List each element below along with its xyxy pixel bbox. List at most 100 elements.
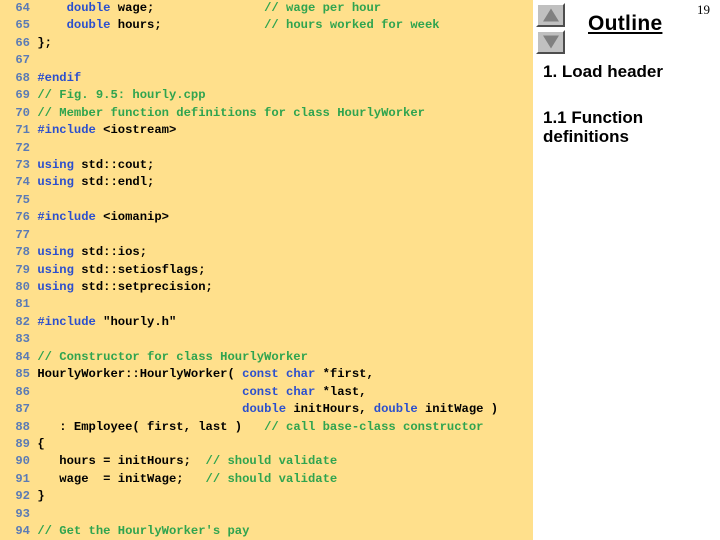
nav-next-button[interactable] [536,30,565,54]
triangle-up-icon [542,8,559,22]
code-token: wage; [110,1,155,15]
code-token: std::setiosflags; [73,262,206,277]
code-line: 81 [0,296,533,313]
code-token: hours = initHours; [37,454,206,469]
code-line: 68 #endif [0,70,533,87]
line-number: 91 [15,471,30,486]
code-line: 88 : Employee( first, last ) // call bas… [0,419,533,436]
code-text: #include <iostream> [30,123,176,137]
code-line: 83 [0,331,533,348]
code-line: 65 double hours; // hours worked for wee… [0,17,533,34]
code-token: HourlyWorker::HourlyWorker( [37,367,243,382]
line-number: 73 [15,157,30,172]
code-text: { [30,436,45,451]
code-token: initWage ) [417,402,499,417]
code-token: using [37,157,74,172]
code-token: const char [242,384,316,399]
code-line: 66 }; [0,35,533,52]
code-text: using std::ios; [30,245,147,259]
line-number: 80 [15,280,30,294]
line-number: 81 [15,297,30,312]
code-text: : Employee( first, last ) // call base-c… [30,420,483,434]
code-text: // Member function definitions for class… [30,106,425,120]
code-token: std::cout; [73,157,155,172]
code-token: hours; [110,18,162,33]
code-line: 67 [0,52,533,69]
page-number: 19 [697,2,710,17]
code-text: #endif [30,71,81,85]
code-token: double [373,402,418,417]
code-line: 77 [0,227,533,244]
code-token: using [37,245,74,260]
outline-panel: 19 Outline 1. Load header 1.1 Function d… [533,0,720,540]
slide-canvas: 64 double wage; // wage per hour 65 doubl… [0,0,720,540]
code-token: // should validate [205,471,338,486]
code-text: #include "hourly.h" [30,315,176,329]
code-line: 87 double initHours, double initWage ) [0,401,533,418]
line-number: 86 [15,384,30,399]
code-line: 64 double wage; // wage per hour [0,0,533,17]
code-token: double [242,402,287,417]
code-token: <iostream> [95,123,177,138]
code-line: 80 using std::setprecision; [0,279,533,296]
code-token: using [37,280,74,294]
code-token: const char [242,367,316,382]
code-lines-container: 64 double wage; // wage per hour 65 doubl… [0,0,533,540]
code-line: 69 // Fig. 9.5: hourly.cpp [0,87,533,104]
code-line: 71 #include <iostream> [0,122,533,139]
code-token: } [37,489,45,504]
line-number: 77 [15,227,30,242]
line-number: 66 [15,35,30,50]
code-line: 79 using std::setiosflags; [0,262,533,279]
line-number: 76 [15,210,30,225]
code-token: double [66,18,111,33]
code-text: double initHours, double initWage ) [30,402,498,416]
nav-previous-button[interactable] [536,3,565,27]
line-number: 75 [15,192,30,207]
line-number: 85 [15,367,30,382]
code-token: { [37,436,45,451]
line-number: 92 [15,489,30,504]
code-token: #endif [37,70,82,85]
code-line: 94 // Get the HourlyWorker's pay [0,523,533,540]
code-token: }; [37,35,52,50]
line-number: 68 [15,70,30,85]
code-token: // Member function definitions for class… [37,105,425,120]
code-line: 76 #include <iomanip> [0,209,533,226]
code-line: 84 // Constructor for class HourlyWorker [0,349,533,366]
code-text: // Get the HourlyWorker's pay [30,524,249,538]
line-number: 67 [15,53,30,68]
line-number: 71 [15,123,30,138]
code-token: // Constructor for class HourlyWorker [37,349,308,364]
line-number: 74 [15,175,30,190]
code-token: std::setprecision; [73,280,213,294]
line-number: 90 [15,454,30,469]
code-token: #include [37,123,96,138]
line-number: 83 [15,332,30,347]
code-text: using std::setprecision; [30,280,213,294]
code-line: 70 // Member function definitions for cl… [0,105,533,122]
code-line: 86 const char *last, [0,384,533,401]
code-text: using std::endl; [30,175,154,189]
line-number: 87 [15,402,30,417]
line-number: 89 [15,436,30,451]
code-text: HourlyWorker::HourlyWorker( const char *… [30,367,373,382]
outline-item-function-definitions[interactable]: 1.1 Function definitions [543,108,715,146]
code-line: 91 wage = initWage; // should validate [0,471,533,488]
code-line: 90 hours = initHours; // should validate [0,453,533,470]
code-token: #include [37,210,96,225]
line-number: 69 [15,88,30,103]
code-text: } [30,489,45,504]
code-text: hours = initHours; // should validate [30,454,337,468]
code-text: wage = initWage; // should validate [30,472,337,486]
code-text: using std::cout; [30,158,154,172]
line-number: 79 [15,262,30,277]
outline-item-load-header[interactable]: 1. Load header [543,62,715,81]
